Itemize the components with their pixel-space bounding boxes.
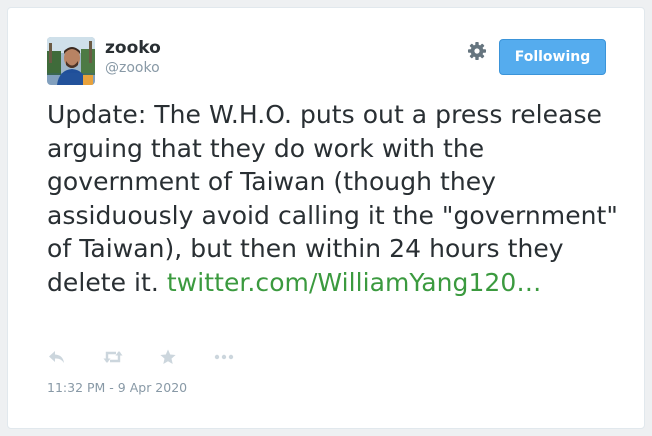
following-button[interactable]: Following bbox=[499, 39, 606, 75]
gear-icon[interactable] bbox=[467, 41, 487, 61]
display-name[interactable]: zooko bbox=[105, 38, 161, 58]
tweet-text: Update: The W.H.O. puts out a press rele… bbox=[47, 98, 637, 299]
more-icon[interactable] bbox=[213, 348, 235, 366]
avatar-photo bbox=[47, 37, 95, 85]
star-icon[interactable] bbox=[159, 348, 181, 366]
tweet-card: zooko @zooko Following Update: The W.H.O… bbox=[7, 7, 645, 429]
tweet-link[interactable]: twitter.com/WilliamYang120… bbox=[167, 268, 541, 297]
user-handle[interactable]: @zooko bbox=[105, 60, 160, 77]
avatar[interactable] bbox=[47, 37, 95, 85]
retweet-icon[interactable] bbox=[102, 348, 124, 366]
reply-icon[interactable] bbox=[47, 348, 69, 366]
tweet-timestamp[interactable]: 11:32 PM - 9 Apr 2020 bbox=[47, 380, 187, 395]
